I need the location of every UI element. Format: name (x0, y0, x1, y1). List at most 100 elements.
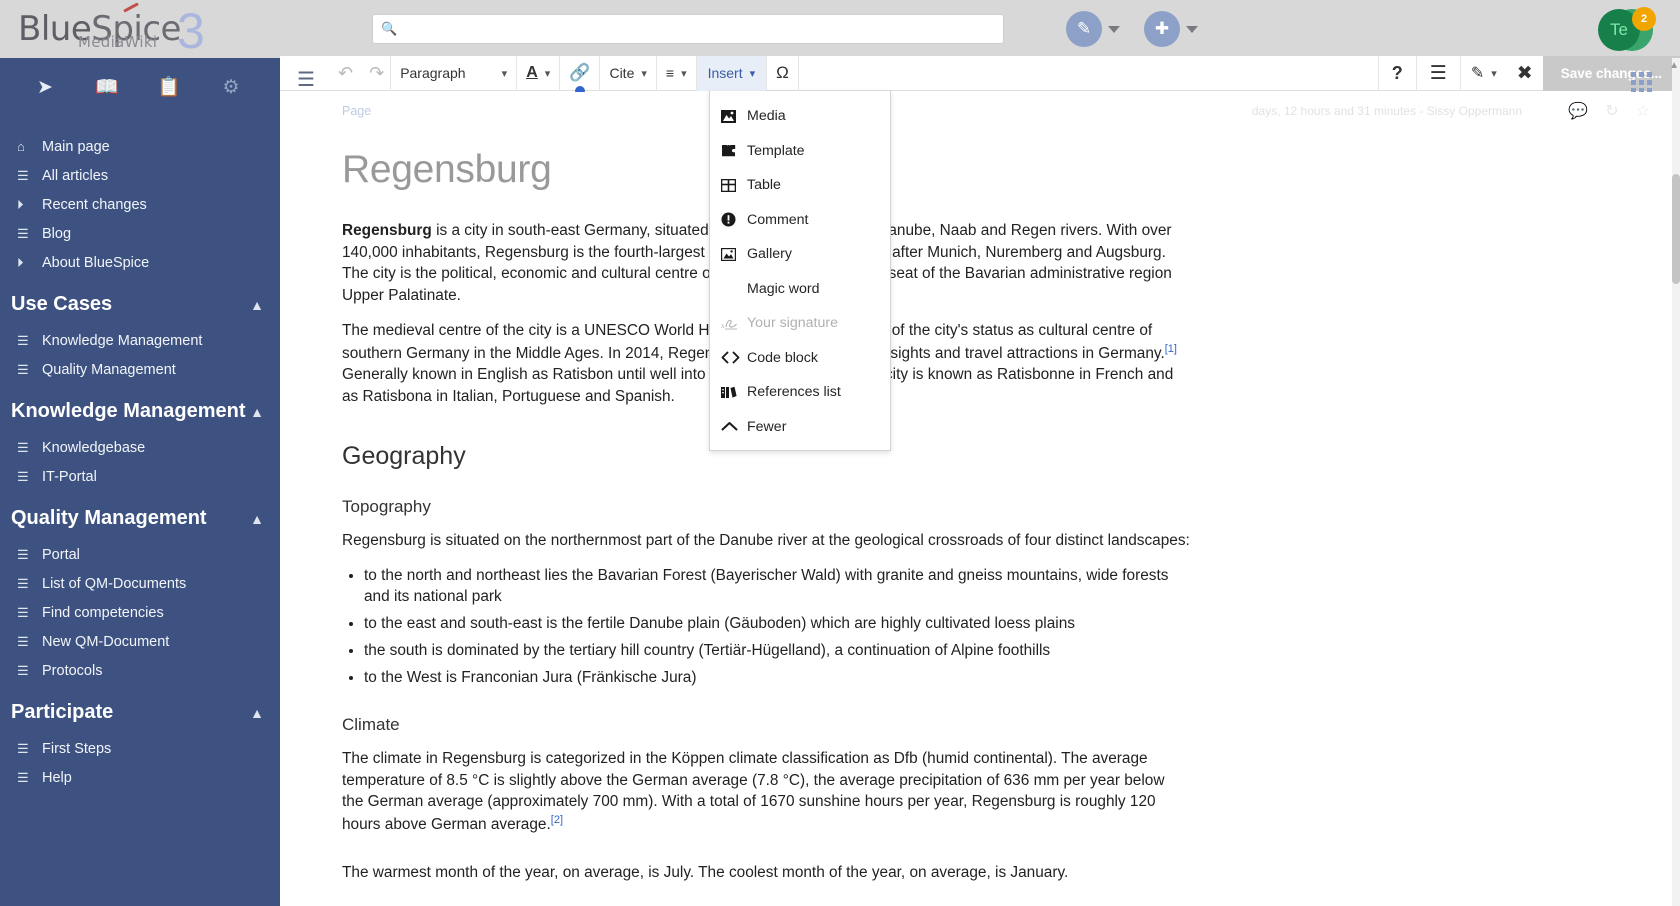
navigation-icon[interactable]: ➤ (14, 76, 76, 99)
chevron-up-icon[interactable]: ▲ (250, 705, 264, 721)
sidebar-item-all-articles[interactable]: ☰ All articles (0, 161, 280, 190)
history-icon[interactable]: ↻ (1605, 101, 1618, 121)
chevron-up-icon[interactable]: ▲ (250, 511, 264, 527)
sidebar-section-header[interactable]: Knowledge Management ▲ (0, 386, 280, 433)
chevron-down-icon[interactable]: ▾ (641, 67, 647, 80)
menu-item-fewer[interactable]: Fewer (710, 410, 890, 445)
brand-subtitle: MediaWiki (78, 33, 158, 51)
scrollbar-thumb[interactable] (1672, 174, 1680, 284)
scroll-up-arrow[interactable]: ▲ (1669, 60, 1679, 71)
edit-action-group[interactable]: ✎ (1066, 11, 1124, 47)
clock-icon: ⏵ (17, 196, 24, 212)
cite-button[interactable]: Cite ▾ (600, 55, 657, 91)
chevron-up-icon[interactable]: ▲ (250, 297, 264, 313)
search-box[interactable]: 🔍 (372, 14, 1004, 44)
gear-icon[interactable]: ⚙ (200, 76, 262, 99)
avatar[interactable]: Te 2 (1598, 7, 1656, 53)
book-icon[interactable]: 📖 (76, 75, 138, 99)
add-action-group[interactable]: ✚ (1144, 11, 1202, 47)
grid-icon[interactable] (1631, 72, 1652, 93)
sidebar-item-protocols[interactable]: ☰ Protocols (0, 656, 280, 685)
special-character-button[interactable]: Ω (767, 55, 799, 91)
image-icon (721, 109, 747, 123)
hamburger-icon[interactable]: ☰ (297, 70, 315, 90)
sidebar-item-knowledge-management[interactable]: ☰ Knowledge Management (0, 326, 280, 355)
save-button[interactable]: Save changes... (1542, 55, 1680, 91)
sidebar-item-recent-changes[interactable]: ⏵ Recent changes (0, 190, 280, 219)
notification-badge[interactable]: 2 (1632, 7, 1656, 31)
edit-mode-button[interactable]: ✎ ▾ (1459, 55, 1507, 91)
undo-icon[interactable]: ↶ (338, 63, 353, 84)
pencil-icon[interactable]: ✎ (1066, 11, 1102, 47)
reference-1[interactable]: [1] (1165, 343, 1177, 355)
reference-2[interactable]: [2] (551, 814, 563, 826)
cancel-edit-button[interactable]: ✖ (1507, 56, 1543, 91)
chevron-down-icon[interactable] (1108, 25, 1120, 33)
sidebar-item-portal[interactable]: ☰ Portal (0, 540, 280, 569)
link-button[interactable]: 🔗 (560, 55, 601, 96)
chevron-down-icon[interactable]: ▾ (750, 67, 756, 80)
clipboard-icon[interactable]: 📋 (138, 75, 200, 99)
vertical-scrollbar[interactable] (1672, 58, 1680, 906)
sidebar-item-about-bluespice[interactable]: ⏵ About BlueSpice (0, 248, 280, 277)
chevron-down-icon[interactable] (1186, 25, 1198, 33)
chevron-down-icon[interactable]: ▾ (1491, 67, 1497, 80)
menu-item-comment[interactable]: Comment (710, 203, 890, 238)
close-circle-icon[interactable]: ✖ (1517, 62, 1533, 85)
sidebar-item-help[interactable]: ☰ Help (0, 763, 280, 792)
plus-icon[interactable]: ✚ (1144, 11, 1180, 47)
menu-item-template[interactable]: Template (710, 134, 890, 169)
watch-star-icon[interactable]: ☆ (1636, 101, 1650, 121)
sidebar-item-list-of-qm-documents[interactable]: ☰ List of QM-Documents (0, 569, 280, 598)
discussion-icon[interactable]: 💬 (1568, 101, 1588, 121)
chevron-down-icon[interactable]: ▾ (681, 67, 687, 80)
menu-item-magic-word[interactable]: Magic word (710, 272, 890, 307)
link-icon[interactable]: 🔗 (569, 63, 590, 83)
search-input[interactable] (403, 20, 995, 38)
document-icon: ☰ (17, 468, 29, 484)
menu-item-label: References list (747, 384, 841, 401)
menu-item-references-list[interactable]: References list (710, 375, 890, 410)
sidebar-item-quality-management[interactable]: ☰ Quality Management (0, 355, 280, 384)
menu-item-code-block[interactable]: Code block (710, 341, 890, 376)
list-button[interactable]: ≡ ▾ (657, 55, 697, 91)
list-icon[interactable]: ≡ (666, 65, 674, 81)
avatar-initials: Te (1610, 20, 1628, 39)
paragraph-topography-intro: Regensburg is situated on the northernmo… (342, 531, 1190, 549)
hamburger-icon[interactable]: ☰ (1430, 62, 1447, 85)
paragraph-climate: The climate in Regensburg is categorized… (342, 748, 1190, 836)
sidebar-item-label: Knowledge Management (42, 332, 203, 349)
page-options-button[interactable]: ☰ (1415, 55, 1460, 91)
sidebar-section-header[interactable]: Quality Management ▲ (0, 493, 280, 540)
signature-icon: x (721, 317, 747, 330)
redo-icon[interactable]: ↷ (369, 63, 384, 84)
pencil-icon[interactable]: ✎ (1471, 63, 1484, 83)
chevron-up-icon[interactable]: ▲ (250, 404, 264, 420)
search-container: 🔍 (372, 14, 1004, 44)
sidebar-item-it-portal[interactable]: ☰ IT-Portal (0, 462, 280, 491)
sidebar-section-header[interactable]: Use Cases ▲ (0, 279, 280, 326)
chevron-down-icon[interactable]: ▾ (545, 67, 551, 80)
menu-item-table[interactable]: Table (710, 168, 890, 203)
sidebar-item-new-qm-document[interactable]: ☰ New QM-Document (0, 627, 280, 656)
chevron-down-icon[interactable]: ▾ (502, 67, 508, 80)
gallery-icon (721, 247, 747, 261)
menu-item-gallery[interactable]: Gallery (710, 237, 890, 272)
sidebar-item-find-competencies[interactable]: ☰ Find competencies (0, 598, 280, 627)
sidebar-section-header[interactable]: Participate ▲ (0, 687, 280, 734)
document-icon: ☰ (17, 662, 29, 678)
sidebar-item-first-steps[interactable]: ☰ First Steps (0, 734, 280, 763)
menu-item-label: Gallery (747, 246, 792, 263)
sidebar-item-blog[interactable]: ☰ Blog (0, 219, 280, 248)
text-style-button[interactable]: A ▾ (517, 55, 561, 91)
paragraph-style-select[interactable]: Paragraph ▾ (391, 55, 518, 91)
brand-logo[interactable]: BlueSpice 3 MediaWiki (0, 0, 280, 58)
sidebar-toggle-button[interactable]: ☰ (280, 56, 332, 91)
menu-item-media[interactable]: Media (710, 99, 890, 134)
breadcrumb[interactable]: Page (342, 104, 371, 118)
help-button[interactable]: ? (1377, 55, 1416, 91)
insert-dropdown-menu[interactable]: Media Template Table Comment Gallery Mag… (709, 91, 891, 451)
sidebar-item-knowledgebase[interactable]: ☰ Knowledgebase (0, 433, 280, 462)
sidebar-item-main-page[interactable]: ⌂ Main page (0, 132, 280, 161)
insert-menu-button[interactable]: Insert ▾ (696, 55, 768, 91)
